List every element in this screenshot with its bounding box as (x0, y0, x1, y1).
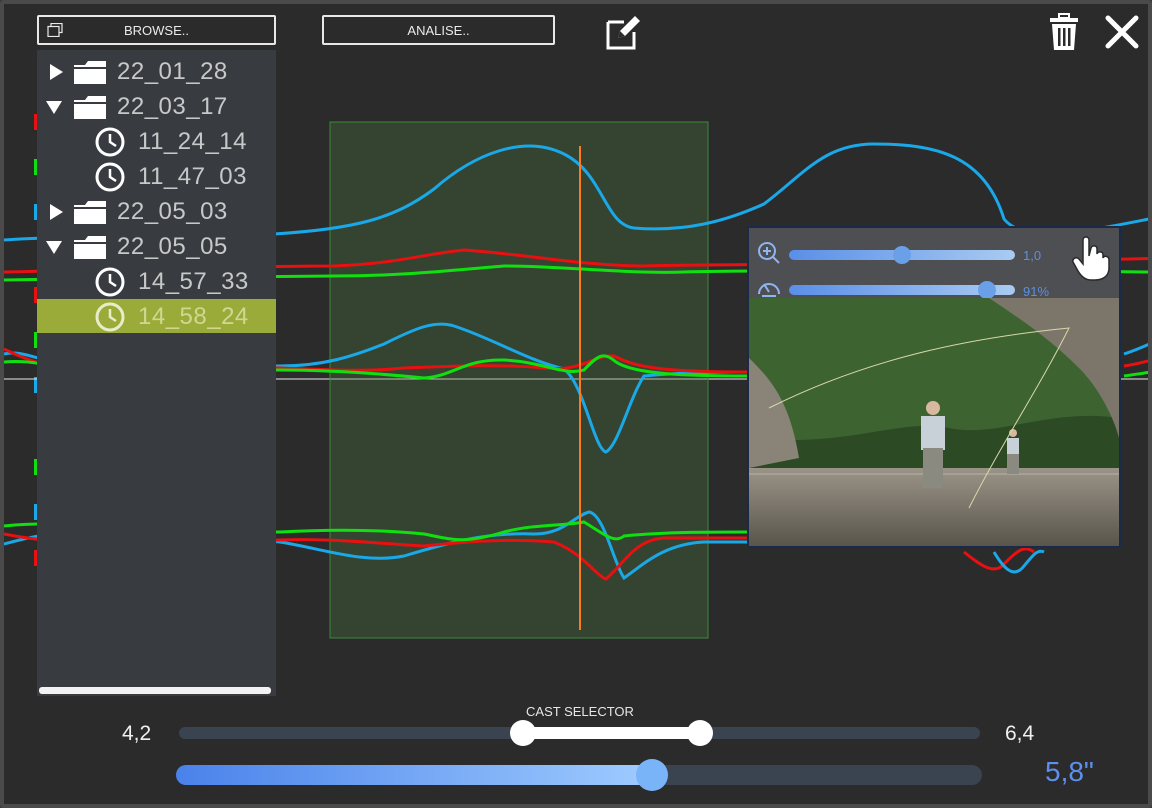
cast-max-value: 6,4 (1005, 722, 1035, 745)
zoom-slider[interactable] (789, 246, 1015, 264)
zoom-value: 1,0 (1023, 248, 1042, 263)
series-line (1123, 359, 1148, 368)
clock-icon (95, 162, 125, 192)
tree-item-label: 22_01_28 (117, 58, 228, 85)
clock-icon (95, 302, 125, 332)
trash-icon[interactable] (1046, 12, 1082, 52)
tree-folder[interactable]: 22_05_03 (37, 194, 276, 228)
cast-selector-label: CAST SELECTOR (526, 704, 634, 719)
tree-session[interactable]: 11_24_14 (37, 124, 276, 158)
session-tree[interactable]: 22_01_28 22_03_17 11_24_14 11_47_03 22_0… (37, 50, 276, 696)
cast-range-fill (523, 727, 700, 739)
tree-item-label: 14_58_24 (138, 303, 249, 330)
tree-session[interactable]: 11_47_03 (37, 159, 276, 193)
series-line (1123, 371, 1148, 378)
clock-icon (95, 127, 125, 157)
cast-min-value: 4,2 (122, 722, 152, 745)
video-preview-panel[interactable]: 1,0 91% (747, 226, 1121, 548)
speed-slider-thumb[interactable] (978, 281, 997, 299)
expand-arrow-icon[interactable] (47, 203, 65, 221)
tree-item-label: 22_05_03 (117, 198, 228, 225)
clock-icon (95, 267, 125, 297)
edit-icon[interactable] (602, 12, 642, 52)
browse-label: BROWSE.. (123, 22, 189, 38)
hand-pointer-icon[interactable] (1069, 234, 1113, 282)
collapse-arrow-icon[interactable] (45, 98, 63, 116)
video-controls: 1,0 91% (749, 228, 1119, 299)
tree-folder[interactable]: 22_01_28 (37, 54, 276, 88)
collapse-arrow-icon[interactable] (45, 238, 63, 256)
expand-arrow-icon[interactable] (47, 63, 65, 81)
tree-item-label: 11_47_03 (138, 163, 247, 190)
tree-item-label: 14_57_33 (138, 268, 249, 295)
folder-icon (74, 201, 106, 224)
analise-button[interactable]: ANALISE.. (322, 15, 555, 45)
folder-icon (74, 236, 106, 259)
timeline-value: 5,8" (1045, 756, 1094, 787)
tree-item-label: 22_05_05 (117, 233, 228, 260)
speed-gauge-icon (758, 283, 780, 297)
analise-label: ANALISE.. (407, 22, 470, 38)
video-frame (749, 298, 1119, 546)
series-line (992, 549, 1045, 574)
zoom-in-icon (758, 242, 780, 264)
tree-item-label: 22_03_17 (117, 93, 228, 120)
tree-folder[interactable]: 22_05_05 (37, 229, 276, 263)
tree-session-selected[interactable]: 14_58_24 (37, 299, 276, 333)
folder-icon (74, 96, 106, 119)
series-line (1123, 342, 1148, 356)
selection-region (329, 121, 709, 639)
tree-folder[interactable]: 22_03_17 (37, 89, 276, 123)
app-window: BROWSE.. ANALISE.. 22_01_28 22_03_17 11_… (0, 0, 1152, 808)
tree-session[interactable]: 14_57_33 (37, 264, 276, 298)
folder-copy-icon (47, 23, 63, 37)
cast-range-end-thumb[interactable] (686, 720, 713, 746)
timeline-slider[interactable] (176, 759, 982, 791)
zoom-slider-thumb[interactable] (893, 246, 911, 264)
speed-slider[interactable] (789, 281, 1015, 299)
close-icon[interactable] (1104, 14, 1140, 50)
folder-icon (74, 61, 106, 84)
timeline-fill (176, 765, 652, 785)
cast-range-slider[interactable] (179, 720, 980, 746)
speed-value: 91% (1023, 284, 1050, 299)
timeline-thumb[interactable] (635, 759, 668, 791)
browse-button[interactable]: BROWSE.. (37, 15, 276, 45)
tree-scrollbar[interactable] (39, 687, 271, 694)
tree-item-label: 11_24_14 (138, 128, 247, 155)
